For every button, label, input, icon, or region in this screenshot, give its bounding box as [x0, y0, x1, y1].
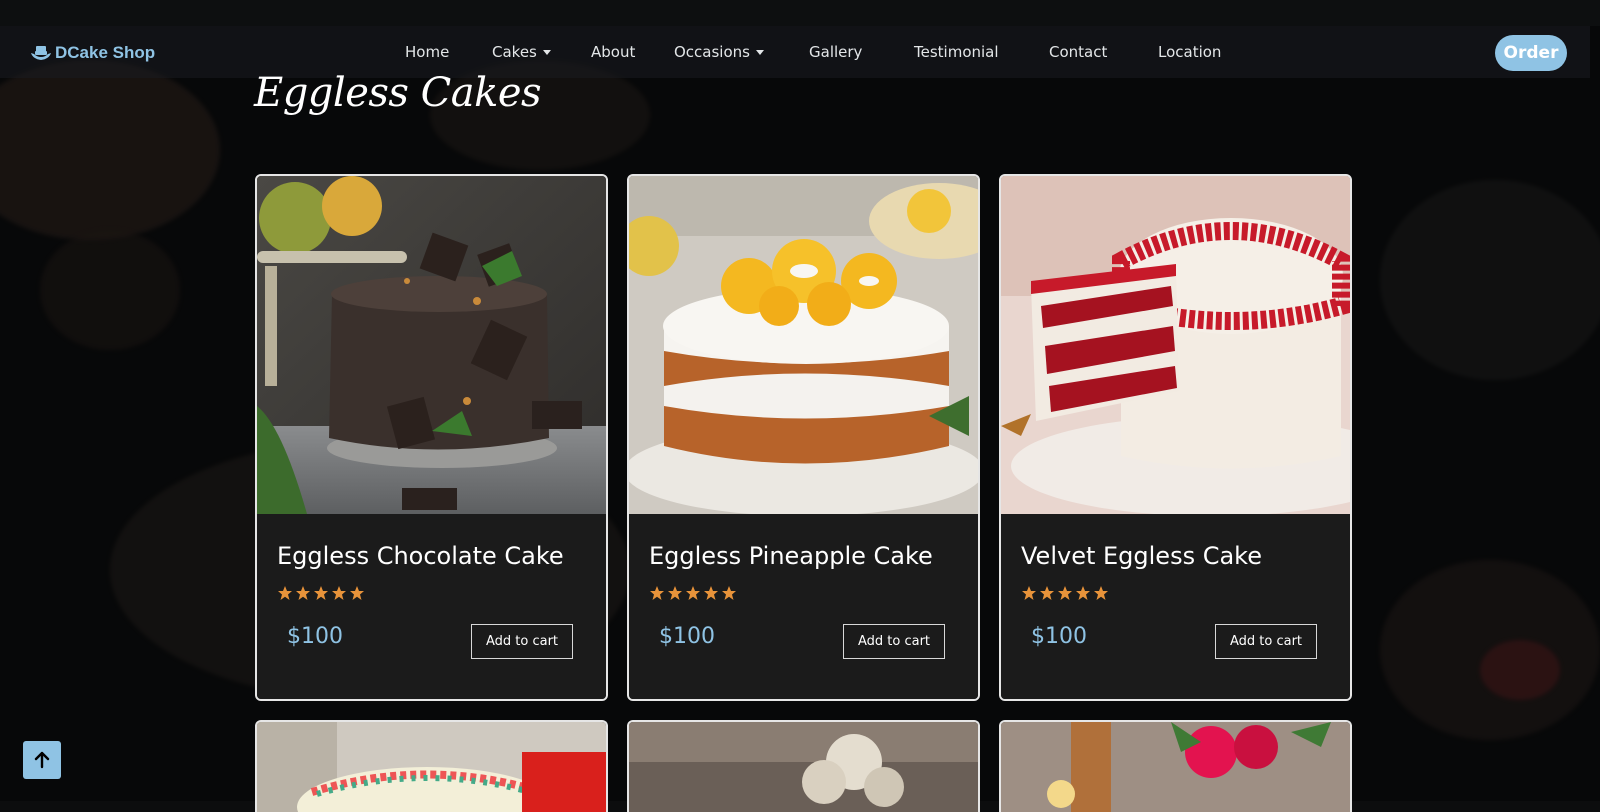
- nav-gallery[interactable]: Gallery: [809, 43, 862, 61]
- nav-occasions[interactable]: Occasions: [674, 43, 764, 61]
- star-icon: [668, 586, 682, 600]
- chevron-down-icon: [542, 50, 551, 55]
- product-price: $100: [287, 624, 343, 649]
- add-to-cart-button[interactable]: Add to cart: [1215, 624, 1317, 659]
- chevron-down-icon: [755, 50, 764, 55]
- product-card: [255, 720, 608, 812]
- nav-home[interactable]: Home: [405, 43, 449, 61]
- back-to-top-button[interactable]: [23, 741, 61, 779]
- product-card-body: Velvet Eggless Cake $100 Add to cart: [1001, 514, 1350, 699]
- nav-cakes[interactable]: Cakes: [492, 43, 551, 61]
- pineapple-cake-photo: [629, 176, 978, 514]
- star-icon: [1022, 586, 1036, 600]
- nav-location[interactable]: Location: [1158, 43, 1221, 61]
- star-icon: [1040, 586, 1054, 600]
- brand-logo[interactable]: DCake Shop: [30, 42, 155, 64]
- navbar: [0, 26, 1590, 78]
- star-icon: [278, 586, 292, 600]
- page-title: Eggless Cakes: [254, 70, 542, 116]
- product-name: Eggless Pineapple Cake: [649, 542, 933, 570]
- star-icon: [314, 586, 328, 600]
- product-card-body: Eggless Chocolate Cake $100 Add to cart: [257, 514, 606, 699]
- product-name: Eggless Chocolate Cake: [277, 542, 564, 570]
- star-icon: [704, 586, 718, 600]
- rating-stars: [1021, 585, 1109, 601]
- add-to-cart-button[interactable]: Add to cart: [471, 624, 573, 659]
- product-card-body: Eggless Pineapple Cake $100 Add to cart: [629, 514, 978, 699]
- product-price: $100: [659, 624, 715, 649]
- product-price: $100: [1031, 624, 1087, 649]
- arrow-up-icon: [34, 751, 50, 769]
- flower-cake-photo: [629, 722, 978, 812]
- star-icon: [1094, 586, 1108, 600]
- nav-testimonial[interactable]: Testimonial: [914, 43, 999, 61]
- red-velvet-cake-photo: [1001, 176, 1350, 514]
- nav-about[interactable]: About: [591, 43, 635, 61]
- rating-stars: [277, 585, 365, 601]
- star-icon: [332, 586, 346, 600]
- nav-cakes-label: Cakes: [492, 43, 537, 61]
- rose-vase-photo: [1001, 722, 1350, 812]
- product-card: Eggless Pineapple Cake $100 Add to cart: [627, 174, 980, 701]
- star-icon: [1076, 586, 1090, 600]
- star-icon: [350, 586, 364, 600]
- add-to-cart-button[interactable]: Add to cart: [843, 624, 945, 659]
- order-button[interactable]: Order: [1495, 35, 1567, 71]
- product-card: [999, 720, 1352, 812]
- nav-occasions-label: Occasions: [674, 43, 750, 61]
- chocolate-cake-photo: [257, 176, 606, 514]
- product-name: Velvet Eggless Cake: [1021, 542, 1262, 570]
- product-card: [627, 720, 980, 812]
- product-card: Velvet Eggless Cake $100 Add to cart: [999, 174, 1352, 701]
- cake-hands-icon: [31, 46, 51, 60]
- brand-name: DCake Shop: [55, 43, 156, 62]
- star-icon: [296, 586, 310, 600]
- sprinkle-cake-photo: [257, 722, 606, 812]
- star-icon: [686, 586, 700, 600]
- product-card: Eggless Chocolate Cake $100 Add to cart: [255, 174, 608, 701]
- star-icon: [1058, 586, 1072, 600]
- star-icon: [722, 586, 736, 600]
- nav-contact[interactable]: Contact: [1049, 43, 1107, 61]
- rating-stars: [649, 585, 737, 601]
- star-icon: [650, 586, 664, 600]
